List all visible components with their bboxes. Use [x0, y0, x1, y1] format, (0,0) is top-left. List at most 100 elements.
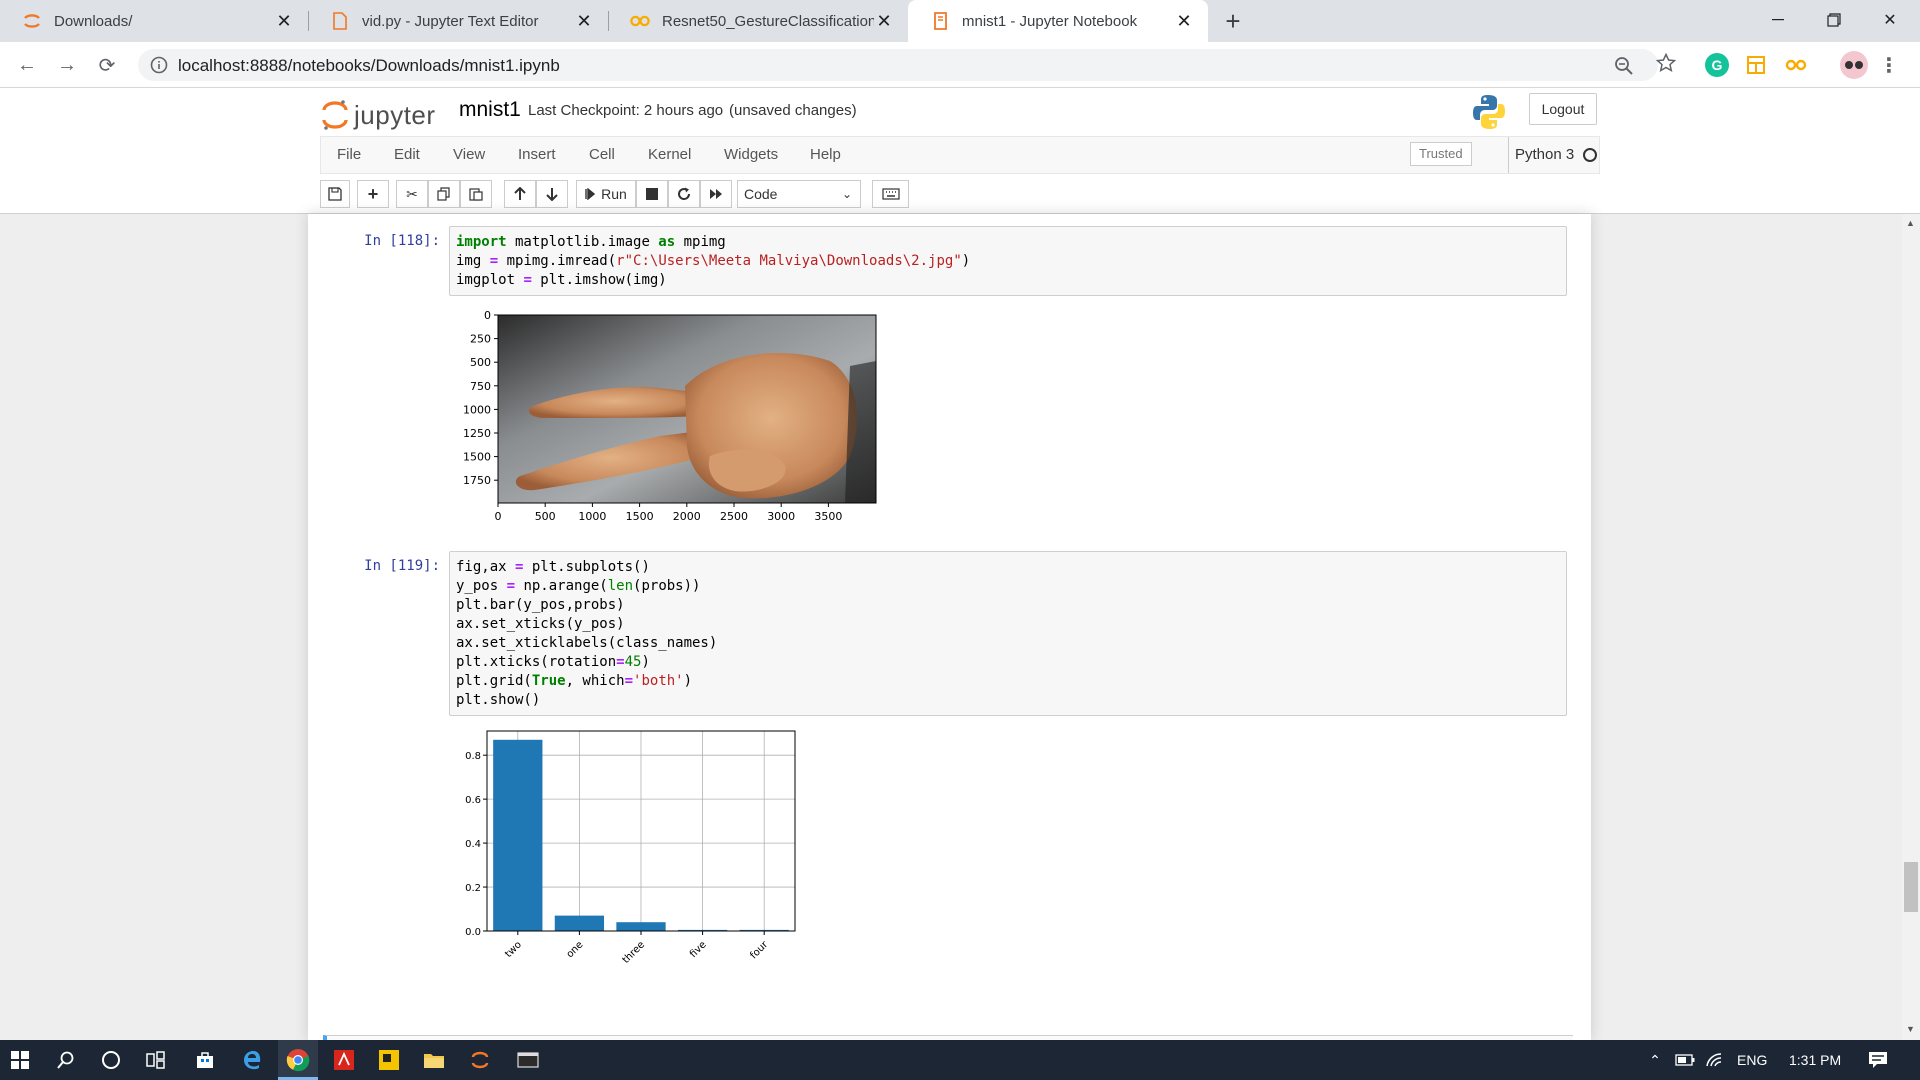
cell-type-select[interactable]: Code ⌄: [737, 180, 861, 208]
image-ytick: 0: [484, 309, 491, 322]
extension-grid-icon[interactable]: [1744, 53, 1768, 77]
code-cell[interactable]: fig,ax = plt.subplots() y_pos = np.arang…: [449, 551, 1567, 716]
language-indicator[interactable]: ENG: [1737, 1052, 1767, 1068]
y-tick-label: 0.6: [465, 795, 481, 806]
image-ytick: 750: [470, 380, 491, 393]
menu-help[interactable]: Help: [810, 137, 841, 173]
menu-file[interactable]: File: [337, 137, 361, 173]
bookmark-star-icon[interactable]: [1655, 52, 1677, 73]
code-cell[interactable]: import matplotlib.image as mpimg img = m…: [449, 226, 1567, 296]
zoom-icon[interactable]: [1614, 56, 1634, 76]
store-icon[interactable]: [193, 1048, 217, 1072]
minimize-icon[interactable]: [1750, 0, 1806, 40]
notification-icon[interactable]: [1866, 1048, 1890, 1072]
x-tick-label: three: [621, 939, 647, 965]
tab-colab[interactable]: Resnet50_GestureClassification_T ✕: [608, 0, 908, 42]
stop-icon[interactable]: [636, 180, 668, 208]
scroll-down-icon[interactable]: ▼: [1906, 1024, 1915, 1034]
file-explorer-icon[interactable]: [422, 1048, 446, 1072]
copy-icon[interactable]: [428, 180, 460, 208]
colab-icon: [630, 11, 650, 31]
chrome-icon: [286, 1049, 310, 1072]
acrobat-icon[interactable]: [332, 1048, 356, 1072]
windows-start-icon[interactable]: [8, 1048, 32, 1072]
image-output-plot: 0 250 500 750 1000 1250 1500 1750 0 500 …: [463, 309, 877, 523]
notebook-name[interactable]: mnist1: [459, 98, 521, 122]
forward-arrow-icon[interactable]: →: [52, 50, 82, 80]
jupyter-logo[interactable]: jupyter: [322, 98, 436, 132]
jupyter-header: jupyter mnist1 Last Checkpoint: 2 hours …: [0, 88, 1920, 214]
windows-taskbar: ⌃ ENG 1:31 PM: [0, 1040, 1920, 1080]
close-icon[interactable]: ✕: [874, 11, 894, 31]
menu-insert[interactable]: Insert: [518, 137, 556, 173]
chevron-up-icon[interactable]: ⌃: [1643, 1048, 1667, 1072]
menu-kernel[interactable]: Kernel: [648, 137, 691, 173]
edge-icon[interactable]: [240, 1048, 264, 1072]
jupyter-logo-icon: [322, 100, 348, 130]
info-icon[interactable]: [150, 56, 168, 74]
image-xtick: 2500: [720, 510, 748, 523]
close-icon[interactable]: ✕: [1174, 11, 1194, 31]
image-ytick: 1250: [463, 427, 491, 440]
new-tab-icon[interactable]: +: [1218, 6, 1248, 36]
address-bar[interactable]: localhost:8888/notebooks/Downloads/mnist…: [138, 49, 1658, 81]
bar-three: [616, 922, 666, 931]
image-ytick: 250: [470, 333, 491, 346]
tab-vid-py[interactable]: vid.py - Jupyter Text Editor ✕: [308, 0, 608, 42]
image-ytick: 1000: [463, 403, 491, 416]
battery-icon[interactable]: [1673, 1048, 1697, 1072]
add-cell-icon[interactable]: +: [357, 180, 389, 208]
image-xtick: 1000: [578, 510, 606, 523]
jupyter-taskbar-icon[interactable]: [468, 1048, 492, 1072]
python-logo-icon: [1472, 94, 1506, 130]
search-icon[interactable]: [54, 1048, 78, 1072]
grammarly-icon[interactable]: G: [1705, 53, 1729, 77]
tab-mnist1[interactable]: mnist1 - Jupyter Notebook ✕: [908, 0, 1208, 42]
tab-downloads[interactable]: Downloads/ ✕: [0, 0, 308, 42]
sticky-notes-icon[interactable]: [377, 1048, 401, 1072]
profile-avatar-icon[interactable]: [1840, 51, 1868, 79]
trusted-indicator[interactable]: Trusted: [1410, 142, 1472, 166]
menu-view[interactable]: View: [453, 137, 485, 173]
close-icon[interactable]: ✕: [574, 11, 594, 31]
x-tick-label: four: [748, 939, 771, 962]
run-button[interactable]: Run: [576, 180, 636, 208]
cut-icon[interactable]: ✂: [396, 180, 428, 208]
wifi-icon[interactable]: [1703, 1048, 1727, 1072]
clock[interactable]: 1:31 PM: [1789, 1052, 1841, 1068]
save-icon[interactable]: [320, 180, 350, 208]
menu-widgets[interactable]: Widgets: [724, 137, 778, 173]
image-xtick: 500: [535, 510, 556, 523]
page-scrollbar[interactable]: ▲ ▼: [1902, 214, 1920, 1040]
colab-extension-icon[interactable]: [1784, 53, 1808, 77]
menu-cell[interactable]: Cell: [589, 137, 615, 173]
menu-edit[interactable]: Edit: [394, 137, 420, 173]
restart-icon[interactable]: [668, 180, 700, 208]
chrome-taskbar-item[interactable]: [278, 1040, 318, 1080]
reload-icon[interactable]: ⟳: [92, 50, 122, 80]
bar-chart: 0.0 0.2 0.4 0.6 0.8 two one three five four: [465, 730, 796, 966]
scroll-up-icon[interactable]: ▲: [1906, 218, 1915, 228]
task-view-icon[interactable]: [144, 1048, 168, 1072]
unsaved-status: (unsaved changes): [729, 102, 857, 119]
checkpoint-status: Last Checkpoint: 2 hours ago: [528, 102, 724, 119]
paste-icon[interactable]: [460, 180, 492, 208]
close-icon[interactable]: ✕: [274, 11, 294, 31]
keyboard-icon[interactable]: [872, 180, 909, 208]
cortana-icon[interactable]: [99, 1048, 123, 1072]
x-tick-label: two: [503, 939, 524, 960]
url-text: localhost:8888/notebooks/Downloads/mnist…: [178, 56, 560, 75]
move-down-icon[interactable]: [536, 180, 568, 208]
browser-tab-strip: Downloads/ ✕ vid.py - Jupyter Text Edito…: [0, 0, 1920, 42]
move-up-icon[interactable]: [504, 180, 536, 208]
window-close-icon[interactable]: ✕: [1862, 0, 1918, 40]
back-arrow-icon[interactable]: ←: [12, 50, 42, 80]
x-tick-label: five: [688, 939, 709, 960]
cell-prompt: In [119]:: [364, 558, 440, 574]
logout-button[interactable]: Logout: [1529, 93, 1597, 125]
scrollbar-thumb[interactable]: [1904, 862, 1918, 912]
more-menu-icon[interactable]: ⋮: [1879, 53, 1899, 77]
restore-icon[interactable]: [1806, 0, 1862, 40]
fast-forward-icon[interactable]: [700, 180, 732, 208]
terminal-icon[interactable]: [516, 1048, 540, 1072]
